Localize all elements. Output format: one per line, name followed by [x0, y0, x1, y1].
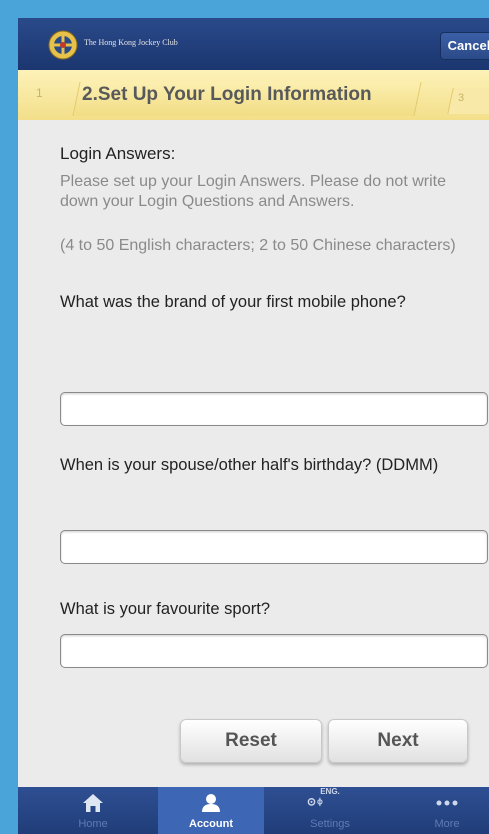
tab-more[interactable]: More	[402, 787, 489, 834]
account-icon	[202, 794, 220, 812]
answer-2-input[interactable]	[60, 530, 488, 564]
tab-account[interactable]: Account	[158, 787, 264, 834]
character-rule: (4 to 50 English characters; 2 to 50 Chi…	[60, 237, 456, 254]
step-next-tab	[447, 88, 489, 114]
step-previous: 1	[36, 86, 43, 100]
tab-home-label: Home	[78, 818, 108, 830]
home-icon	[83, 794, 103, 812]
question-1-label: What was the brand of your first mobile …	[60, 293, 406, 311]
tab-account-label: Account	[189, 818, 233, 830]
form-description: Please set up your Login Answers. Please…	[60, 173, 446, 210]
step-next: 3	[458, 92, 465, 104]
app-header: The Hong Kong Jockey Club Cancel	[18, 18, 489, 70]
more-icon	[436, 800, 458, 806]
question-3-label: What is your favourite sport?	[60, 600, 271, 618]
brand-name: The Hong Kong Jockey Club	[84, 38, 178, 47]
answer-3-input[interactable]	[60, 634, 488, 668]
cancel-button[interactable]: Cancel	[440, 32, 489, 60]
answer-1-input[interactable]	[60, 392, 488, 426]
language-badge: ENG.	[320, 787, 340, 796]
question-2-label: When is your spouse/other half's birthda…	[60, 456, 439, 474]
next-button[interactable]: Next	[328, 719, 468, 763]
jockey-club-logo	[48, 30, 78, 60]
bottom-tab-bar: Home Account ENG. Settings More	[18, 787, 489, 834]
step-title: 2.Set Up Your Login Information	[82, 84, 372, 105]
tab-more-label: More	[434, 818, 460, 830]
section-title: Login Answers:	[60, 144, 176, 163]
tab-home[interactable]: Home	[48, 787, 138, 834]
step-progress-bar: 1 2.Set Up Your Login Information 3	[18, 70, 489, 120]
reset-button[interactable]: Reset	[180, 719, 322, 763]
settings-icon	[307, 797, 323, 807]
tab-settings-label: Settings	[310, 818, 350, 830]
tab-settings[interactable]: ENG. Settings	[280, 787, 380, 834]
app-screen: The Hong Kong Jockey Club Cancel 1 2.Set…	[18, 18, 489, 834]
